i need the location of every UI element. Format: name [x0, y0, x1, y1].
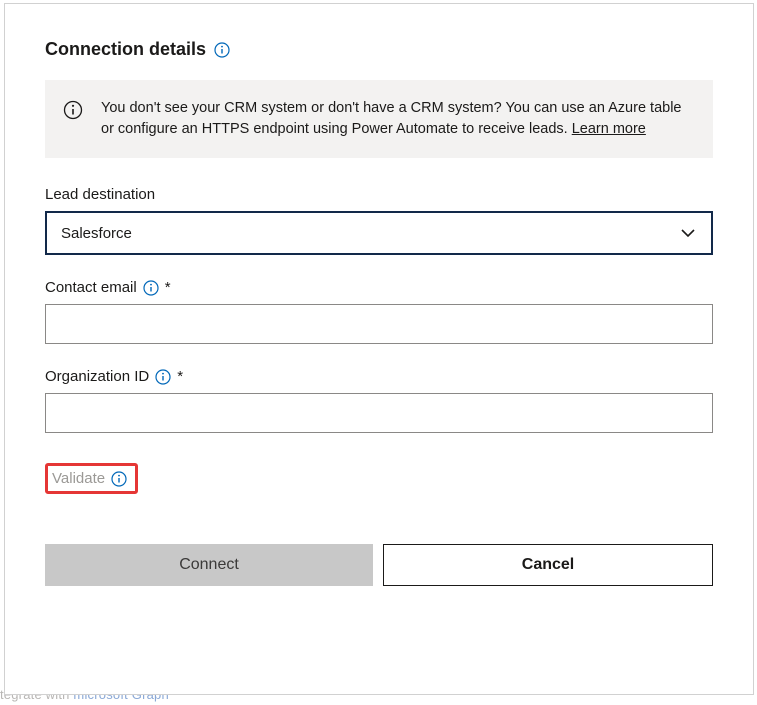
validate-link[interactable]: Validate [52, 470, 105, 487]
info-icon[interactable] [143, 280, 159, 296]
info-banner: You don't see your CRM system or don't h… [45, 80, 713, 158]
lead-destination-value: Salesforce [61, 225, 679, 242]
required-mark: * [177, 368, 183, 385]
chevron-down-icon [679, 224, 697, 242]
contact-email-input[interactable] [45, 304, 713, 344]
organization-id-label: Organization ID * [45, 368, 713, 385]
panel-heading: Connection details [45, 39, 206, 60]
organization-id-field: Organization ID * [45, 368, 713, 433]
lead-destination-select[interactable]: Salesforce [45, 211, 713, 255]
validate-highlight-box: Validate [45, 463, 138, 494]
info-icon [63, 100, 83, 120]
info-icon[interactable] [155, 369, 171, 385]
info-icon[interactable] [214, 42, 230, 58]
info-icon[interactable] [111, 471, 127, 487]
button-row: Connect Cancel [45, 544, 713, 586]
cancel-button[interactable]: Cancel [383, 544, 713, 586]
organization-id-input[interactable] [45, 393, 713, 433]
connect-button[interactable]: Connect [45, 544, 373, 586]
info-banner-text: You don't see your CRM system or don't h… [101, 98, 689, 140]
learn-more-link[interactable]: Learn more [572, 121, 646, 137]
lead-destination-field: Lead destination Salesforce [45, 186, 713, 255]
required-mark: * [165, 279, 171, 296]
contact-email-label: Contact email * [45, 279, 713, 296]
contact-email-field: Contact email * [45, 279, 713, 344]
lead-destination-label: Lead destination [45, 186, 713, 203]
connection-details-panel: Connection details You don't see your CR… [4, 3, 754, 695]
heading-row: Connection details [45, 39, 713, 60]
